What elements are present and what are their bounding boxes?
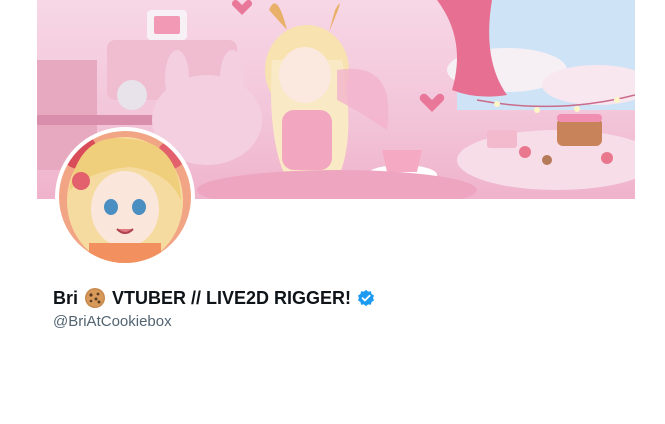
display-name: Bri VTUBER // LIVE2D RIGGER! [53, 286, 375, 310]
avatar[interactable] [59, 131, 191, 263]
avatar-illustration [59, 131, 191, 263]
user-handle: @BriAtCookiebox [53, 313, 172, 330]
display-name-suffix: VTUBER // LIVE2D RIGGER! [112, 287, 352, 308]
display-name-prefix: Bri [53, 287, 79, 308]
avatar-border[interactable] [55, 127, 195, 267]
cookie-icon [85, 288, 106, 308]
verified-badge-icon[interactable] [357, 289, 375, 307]
